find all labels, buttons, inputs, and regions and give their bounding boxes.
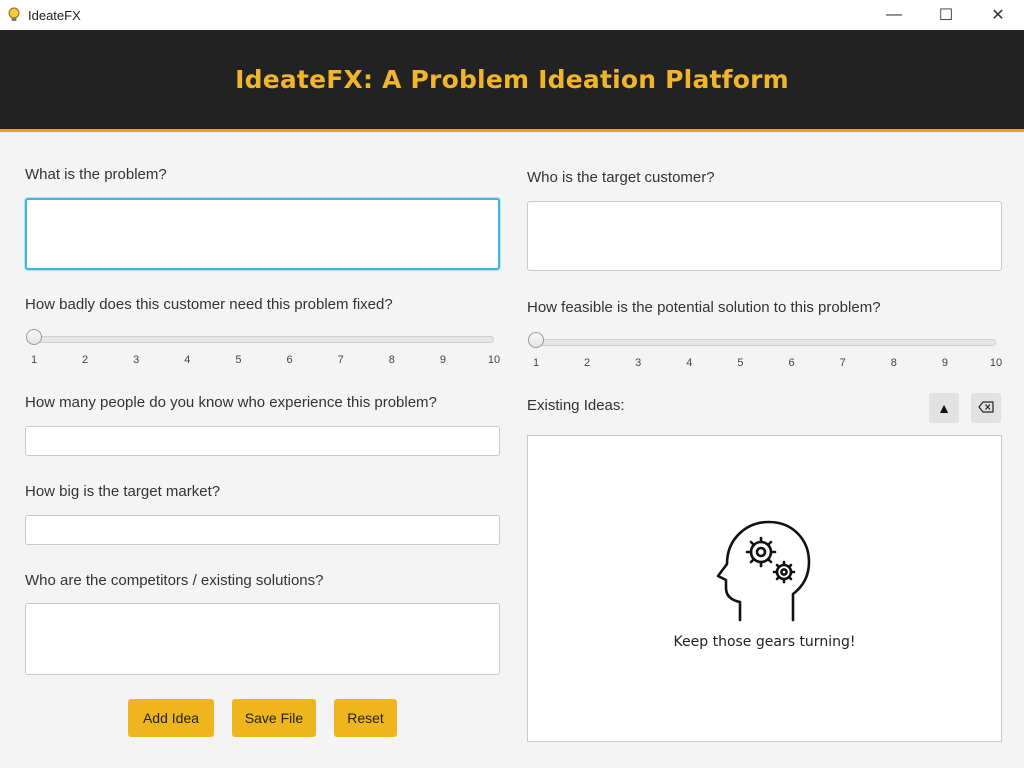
competitors-field[interactable] <box>25 603 500 675</box>
sort-button[interactable]: ▲ <box>929 393 959 423</box>
people-label: How many people do you know who experien… <box>25 394 437 411</box>
minimize-button[interactable]: — <box>868 0 920 30</box>
slider-ticks: 1 2 3 4 5 6 7 8 9 10 <box>30 354 500 368</box>
existing-ideas-label: Existing Ideas: <box>527 397 625 414</box>
eraser-icon <box>978 400 994 416</box>
close-button[interactable]: ✕ <box>972 0 1024 30</box>
slider-tick-label: 6 <box>286 354 293 366</box>
slider-tick-label: 3 <box>635 357 642 369</box>
window-title: IdeateFX <box>28 7 81 23</box>
people-count-field[interactable] <box>25 426 500 456</box>
empty-ideas-message: Keep those gears turning! <box>673 634 856 650</box>
slider-track <box>536 339 996 346</box>
need-slider[interactable]: 1 2 3 4 5 6 7 8 9 10 <box>26 326 500 368</box>
slider-tick-label: 9 <box>439 354 446 366</box>
problem-field[interactable] <box>25 198 500 270</box>
slider-tick-label: 10 <box>989 357 1003 369</box>
market-label: How big is the target market? <box>25 483 221 500</box>
slider-tick-label: 5 <box>737 357 744 369</box>
slider-ticks: 1 2 3 4 5 6 7 8 9 10 <box>532 357 1002 371</box>
slider-tick-label: 1 <box>532 357 540 369</box>
lightbulb-icon <box>6 7 22 23</box>
maximize-button[interactable]: ☐ <box>920 0 972 30</box>
slider-tick-label: 7 <box>839 357 846 369</box>
problem-label: What is the problem? <box>25 166 167 183</box>
slider-tick-label: 8 <box>890 357 897 369</box>
slider-tick-label: 8 <box>388 354 395 366</box>
existing-ideas-list[interactable]: Keep those gears turning! <box>527 435 1002 742</box>
slider-thumb[interactable] <box>26 329 42 345</box>
triangle-up-icon: ▲ <box>937 400 951 416</box>
slider-tick-label: 7 <box>337 354 344 366</box>
slider-tick-label: 2 <box>584 357 591 369</box>
slider-tick-label: 1 <box>30 354 38 366</box>
head-gears-icon <box>713 516 813 631</box>
slider-tick-label: 4 <box>686 357 693 369</box>
customer-field[interactable] <box>527 201 1002 271</box>
need-label: How badly does this customer need this p… <box>25 296 393 313</box>
slider-tick-label: 10 <box>487 354 501 366</box>
slider-track <box>34 336 494 343</box>
competitors-label: Who are the competitors / existing solut… <box>25 572 324 589</box>
clear-ideas-button[interactable] <box>971 393 1001 423</box>
add-idea-button[interactable]: Add Idea <box>128 699 214 737</box>
app-header: IdeateFX: A Problem Ideation Platform <box>0 30 1024 132</box>
slider-tick-label: 9 <box>941 357 948 369</box>
slider-tick-label: 6 <box>788 357 795 369</box>
slider-tick-label: 4 <box>184 354 191 366</box>
page-title: IdeateFX: A Problem Ideation Platform <box>235 65 789 94</box>
slider-tick-label: 5 <box>235 354 242 366</box>
slider-tick-label: 3 <box>133 354 140 366</box>
slider-tick-label: 2 <box>82 354 89 366</box>
market-size-field[interactable] <box>25 515 500 545</box>
feasible-label: How feasible is the potential solution t… <box>527 299 881 316</box>
reset-button[interactable]: Reset <box>334 699 397 737</box>
feasible-slider[interactable]: 1 2 3 4 5 6 7 8 9 10 <box>528 329 1002 371</box>
slider-thumb[interactable] <box>528 332 544 348</box>
window-titlebar: IdeateFX — ☐ ✕ <box>0 0 1024 30</box>
save-file-button[interactable]: Save File <box>232 699 316 737</box>
customer-label: Who is the target customer? <box>527 169 715 186</box>
